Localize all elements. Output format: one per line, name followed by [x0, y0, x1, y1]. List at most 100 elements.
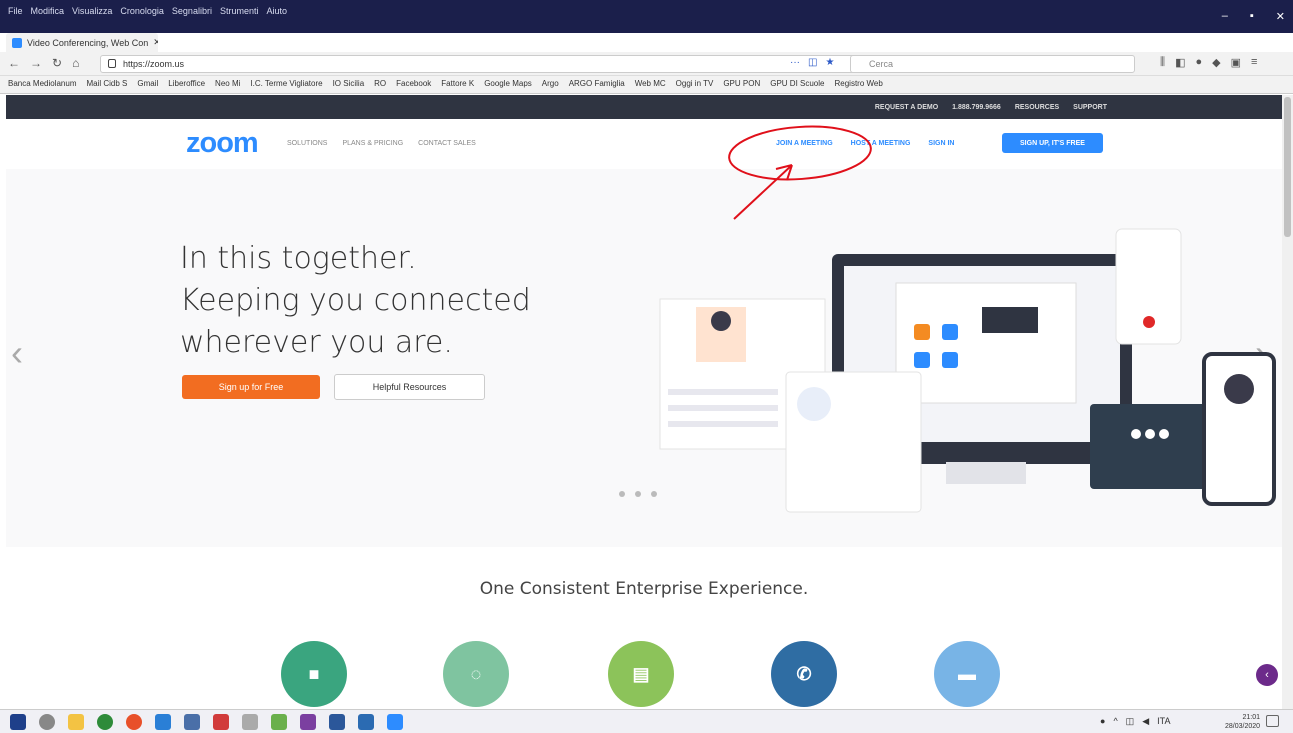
maximize-icon[interactable]: ▪	[1250, 10, 1254, 23]
language-indicator[interactable]: ITA	[1157, 716, 1170, 727]
bookmark-item[interactable]: Fattore K	[441, 79, 474, 90]
bookmark-item[interactable]: Registro Web	[834, 79, 882, 90]
navigation-toolbar: ← → ↻ ⌂ https://zoom.us ··· ◫ ★ Cerca ⫼ …	[0, 52, 1293, 76]
bookmark-item[interactable]: Google Maps	[484, 79, 532, 90]
new-tab-icon[interactable]: +	[165, 34, 174, 51]
app-icon[interactable]	[242, 714, 258, 730]
home-icon[interactable]: ⌂	[72, 56, 79, 70]
bookmark-item[interactable]: Argo	[542, 79, 559, 90]
bookmark-item[interactable]: Neo Mi	[215, 79, 240, 90]
nav-solutions[interactable]: SOLUTIONS	[287, 140, 327, 147]
search-icon[interactable]	[39, 714, 55, 730]
tab-close-icon[interactable]: ✕	[153, 37, 158, 48]
search-input[interactable]: Cerca	[850, 55, 1135, 73]
onenote-icon[interactable]	[300, 714, 316, 730]
library-icon[interactable]: ⫼	[1160, 56, 1165, 69]
close-icon[interactable]: ✕	[1276, 10, 1285, 23]
schedule-icon	[914, 352, 930, 368]
request-demo-link[interactable]: REQUEST A DEMO	[875, 104, 938, 111]
back-icon[interactable]: ←	[8, 56, 20, 70]
host-meeting-link[interactable]: HOST A MEETING	[851, 140, 911, 147]
screenshot-icon[interactable]: ▣	[1231, 56, 1241, 69]
reload-icon[interactable]: ↻	[52, 56, 62, 70]
bookmark-item[interactable]: Gmail	[137, 79, 158, 90]
tray-app-icon[interactable]: ●	[1100, 716, 1105, 727]
room-dot-icon	[1159, 429, 1169, 439]
volume-icon[interactable]: ◀	[1142, 716, 1149, 727]
menu-bookmarks[interactable]: Segnalibri	[172, 6, 212, 16]
bookmark-item[interactable]: Web MC	[635, 79, 666, 90]
app-icon[interactable]	[271, 714, 287, 730]
addon-icon[interactable]: ◆	[1212, 56, 1220, 69]
phone-icon[interactable]: ✆	[771, 641, 837, 707]
signup-free-button[interactable]: SIGN UP, IT'S FREE	[1002, 133, 1103, 153]
bookmark-item[interactable]: Facebook	[396, 79, 431, 90]
word-icon[interactable]	[329, 714, 345, 730]
pocket-icon[interactable]: ◫	[808, 57, 817, 68]
menu-edit[interactable]: Modifica	[31, 6, 65, 16]
nav-plans-pricing[interactable]: PLANS & PRICING	[342, 140, 403, 147]
menu-history[interactable]: Cronologia	[120, 6, 164, 16]
menu-file[interactable]: File	[8, 6, 23, 16]
signup-free-hero-button[interactable]: Sign up for Free	[182, 375, 320, 399]
firefox-icon[interactable]	[126, 714, 142, 730]
file-explorer-icon[interactable]	[68, 714, 84, 730]
resources-link[interactable]: RESOURCES	[1015, 104, 1059, 111]
network-icon[interactable]: ◫	[1126, 716, 1135, 727]
start-icon[interactable]	[10, 714, 26, 730]
page-scrollbar[interactable]	[1282, 95, 1293, 709]
bookmark-star-icon[interactable]: ★	[825, 57, 834, 68]
bookmark-item[interactable]: ARGO Famiglia	[569, 79, 625, 90]
carousel-prev-icon[interactable]: ‹	[11, 335, 23, 371]
support-link[interactable]: SUPPORT	[1073, 104, 1107, 111]
bookmark-item[interactable]: GPU DI Scuole	[770, 79, 824, 90]
url-bar[interactable]: https://zoom.us	[100, 55, 860, 73]
bookmark-item[interactable]: Mail Cidb S	[86, 79, 127, 90]
browser-tab[interactable]: Video Conferencing, Web Con ✕	[6, 33, 158, 52]
zoom-logo[interactable]: zoom	[186, 127, 259, 160]
chrome-icon[interactable]	[97, 714, 113, 730]
system-clock[interactable]: 21:01 28/03/2020	[1225, 713, 1260, 731]
notification-icon[interactable]	[1266, 715, 1279, 727]
phone-number[interactable]: 1.888.799.9666	[952, 104, 1001, 111]
sign-in-link[interactable]: SIGN IN	[928, 140, 954, 147]
webinar-icon[interactable]: ◌	[443, 641, 509, 707]
sidebar-icon[interactable]: ◧	[1175, 56, 1185, 69]
store-icon[interactable]	[358, 714, 374, 730]
minimize-icon[interactable]: –	[1222, 10, 1228, 23]
headline-line-2: Keeping you connected	[180, 283, 531, 318]
app-icon[interactable]	[184, 714, 200, 730]
bookmark-item[interactable]: I.C. Terme Vigliatore	[250, 79, 322, 90]
scrollbar-thumb[interactable]	[1284, 97, 1291, 237]
chat-icon[interactable]: ▬	[934, 641, 1000, 707]
tray-expand-icon[interactable]: ^	[1113, 716, 1117, 727]
rooms-icon[interactable]: ▤	[608, 641, 674, 707]
nav-contact-sales[interactable]: CONTACT SALES	[418, 140, 476, 147]
help-chat-icon[interactable]: ‹	[1256, 664, 1278, 686]
bookmark-item[interactable]: Liberoffice	[168, 79, 205, 90]
menu-view[interactable]: Visualizza	[72, 6, 112, 16]
join-icon	[942, 324, 958, 340]
menu-help[interactable]: Aiuto	[266, 6, 287, 16]
join-meeting-link[interactable]: JOIN A MEETING	[776, 140, 833, 147]
helpful-resources-button[interactable]: Helpful Resources	[334, 374, 485, 400]
bookmark-item[interactable]: Oggi in TV	[676, 79, 714, 90]
carousel-dot[interactable]	[619, 491, 625, 497]
menu-tools[interactable]: Strumenti	[220, 6, 259, 16]
app-icon[interactable]	[213, 714, 229, 730]
zoom-taskbar-icon[interactable]	[387, 714, 403, 730]
bookmark-item[interactable]: IO Sicilia	[333, 79, 365, 90]
video-camera-icon[interactable]: ■	[281, 641, 347, 707]
carousel-dot[interactable]	[635, 491, 641, 497]
zoom-favicon-icon	[12, 37, 22, 48]
forward-icon[interactable]: →	[30, 56, 42, 70]
page-actions-icon[interactable]: ···	[790, 57, 800, 68]
edge-icon[interactable]	[155, 714, 171, 730]
bookmark-item[interactable]: GPU PON	[723, 79, 760, 90]
bookmark-item[interactable]: Banca Mediolanum	[8, 79, 76, 90]
hamburger-menu-icon[interactable]: ≡	[1251, 56, 1257, 69]
extension-icon[interactable]: ●	[1195, 56, 1202, 69]
bookmark-item[interactable]: RO	[374, 79, 386, 90]
site-nav: zoom SOLUTIONS PLANS & PRICING CONTACT S…	[6, 119, 1282, 169]
hangup-icon	[1143, 316, 1155, 328]
